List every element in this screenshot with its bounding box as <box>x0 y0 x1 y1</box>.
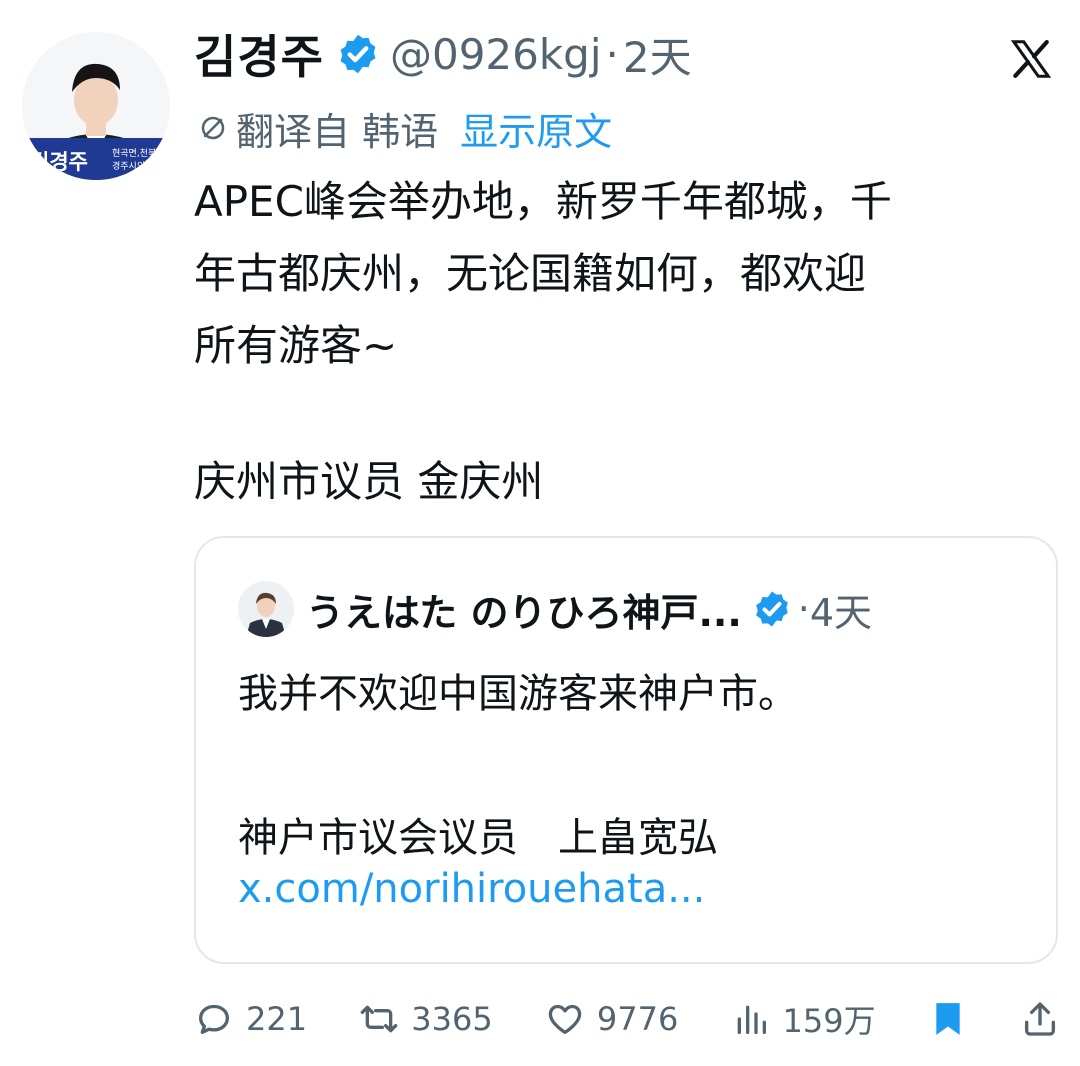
views-button[interactable]: 159万 <box>731 996 876 1042</box>
share-button[interactable] <box>1020 999 1060 1039</box>
translation-label: 翻译自 韩语 <box>236 109 439 154</box>
action-bar: 221 3365 9776 159万 <box>194 992 1060 1046</box>
quoted-author-avatar-image <box>238 581 294 637</box>
retweet-icon <box>360 1005 398 1033</box>
verified-badge-icon <box>340 34 376 74</box>
avatar-banner-line2: 경주시의원 <box>112 162 154 172</box>
reply-button[interactable]: 221 <box>194 999 307 1039</box>
views-count: 159万 <box>782 1002 876 1040</box>
share-icon <box>1024 1002 1055 1036</box>
author-handle[interactable]: @0926kgj <box>390 30 602 79</box>
like-count: 9776 <box>596 1000 679 1038</box>
quoted-tweet-timestamp[interactable]: 4天 <box>810 582 872 637</box>
translation-line: 翻译自 韩语 显示原文 <box>198 102 612 154</box>
tweet-signature: 庆州市议员 金庆州 <box>194 457 544 506</box>
quoted-tweet-card[interactable]: うえはた のりひろ神戸... · 4天 我并不欢迎中国游客来神户市。 神户市议会… <box>194 536 1058 964</box>
author-name[interactable]: 김경주 <box>194 21 324 87</box>
retweet-button[interactable]: 3365 <box>359 999 493 1039</box>
quoted-author-avatar[interactable] <box>238 581 294 637</box>
reply-icon <box>199 1004 229 1034</box>
bookmark-button[interactable] <box>928 999 968 1039</box>
like-icon <box>548 1004 582 1034</box>
reply-count: 221 <box>246 1000 308 1038</box>
views-icon <box>737 1005 766 1034</box>
x-logo-icon[interactable] <box>1008 36 1054 82</box>
quoted-header-separator: · <box>797 587 810 631</box>
quoted-tweet-text: 我并不欢迎中国游客来神户市。 神户市议会议员 上畠宽弘 <box>238 671 798 861</box>
author-avatar[interactable]: 김경주 현곡면,천북면 경주시의원 <box>22 32 170 180</box>
retweet-count: 3365 <box>411 1000 493 1038</box>
tweet-header: 김경주 @0926kgj · 2天 <box>194 22 692 86</box>
tweet-text: APEC峰会举办地，新罗千年都城，千 年古都庆州，无论国籍如何，都欢迎 所有游客… <box>194 177 892 370</box>
verified-badge-icon <box>755 591 788 627</box>
like-button[interactable]: 9776 <box>545 999 678 1039</box>
bookmark-icon <box>936 1003 960 1035</box>
tweet-timestamp[interactable]: 2天 <box>623 24 692 85</box>
quoted-tweet-header: うえはた のりひろ神戸... · 4天 <box>238 580 872 638</box>
translate-icon <box>201 116 225 140</box>
header-separator: · <box>605 29 619 79</box>
show-original-link[interactable]: 显示原文 <box>460 101 612 156</box>
avatar-banner-name: 김경주 <box>30 150 88 174</box>
quoted-tweet-link[interactable]: x.com/norihirouehata... <box>238 866 705 912</box>
quoted-author-name[interactable]: うえはた のりひろ神戸... <box>306 582 742 637</box>
avatar-banner-line1: 현곡면,천북면 <box>112 149 165 159</box>
